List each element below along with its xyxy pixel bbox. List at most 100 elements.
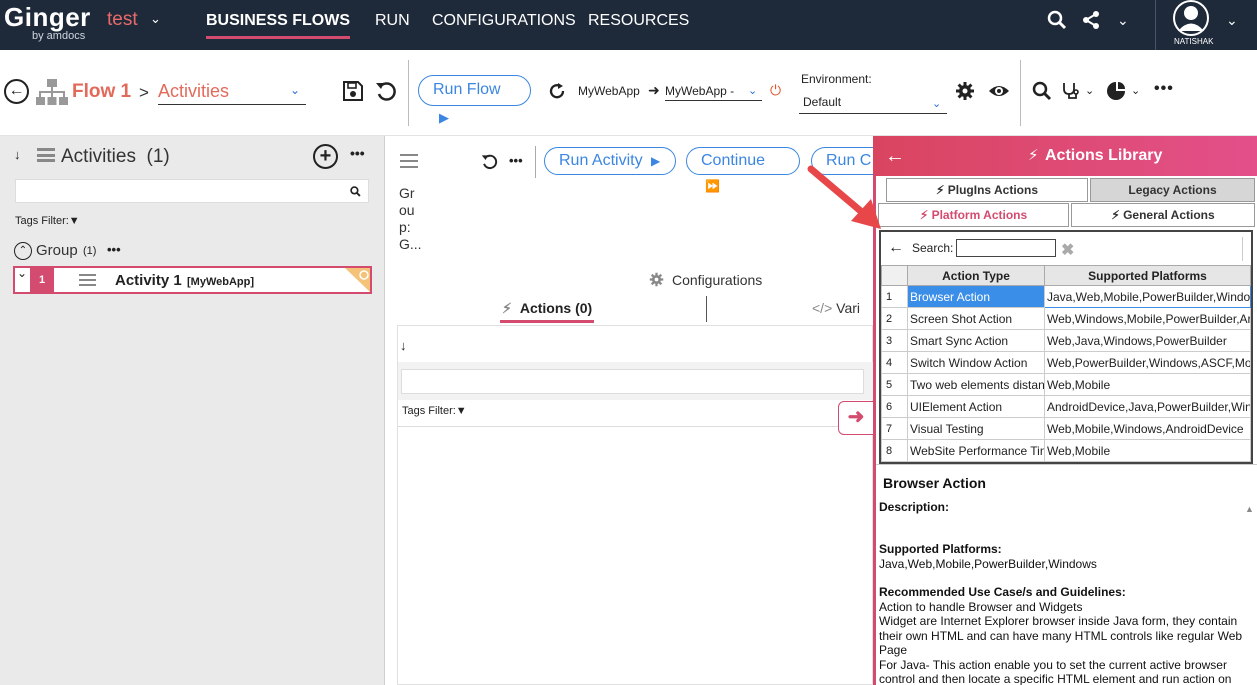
stethoscope-icon[interactable] — [1061, 81, 1081, 106]
add-activity-button[interactable]: + — [313, 144, 338, 169]
clear-icon[interactable]: ✖ — [1061, 240, 1074, 260]
chevron-down-icon[interactable]: ⌄ — [17, 266, 27, 280]
supported-platforms-cell[interactable]: Web,Mobile — [1044, 439, 1251, 462]
refresh-icon[interactable] — [548, 82, 566, 105]
tags-filter[interactable]: Tags Filter:▼ — [15, 215, 80, 227]
table-row[interactable]: 6 UIElement Action AndroidDevice,Java,Powe… — [881, 395, 1251, 418]
back-arrow-icon[interactable]: ← — [885, 145, 905, 168]
more-options-icon[interactable]: ••• — [107, 242, 121, 257]
actions-tab[interactable]: ⚡︎ Actions (0) — [500, 300, 595, 323]
supported-platforms-cell[interactable]: Web,PowerBuilder,Windows,ASCF,Mol — [1044, 351, 1251, 374]
activities-search-input[interactable] — [15, 179, 369, 203]
panel-splitter[interactable] — [876, 464, 1257, 470]
nav-business-flows[interactable]: BUSINESS FLOWS — [206, 12, 351, 39]
chevron-down-icon[interactable]: ⌄ — [1117, 12, 1129, 29]
chevron-down-icon[interactable]: ⌄ — [290, 83, 300, 97]
table-row[interactable]: 4 Switch Window Action Web,PowerBuilder,Wi… — [881, 351, 1251, 374]
grid-search-input[interactable] — [956, 239, 1056, 257]
action-type-cell[interactable]: Switch Window Action — [907, 351, 1045, 374]
solution-name[interactable]: test — [107, 9, 138, 31]
continue-button[interactable]: Continue ⏩ — [686, 147, 800, 193]
user-avatar-icon[interactable] — [1172, 0, 1210, 41]
collapse-icon[interactable]: ↓ — [14, 147, 21, 162]
power-icon[interactable]: ⏻ — [770, 82, 781, 99]
chevron-down-icon[interactable]: ⌄ — [748, 84, 757, 97]
action-type-cell[interactable]: WebSite Performance Tin — [907, 439, 1045, 462]
row-number[interactable]: 3 — [881, 329, 908, 352]
hamburger-icon[interactable] — [400, 154, 418, 168]
action-type-cell[interactable]: Browser Action — [907, 285, 1045, 308]
tag-icon[interactable]: ▼ — [456, 405, 467, 417]
tag-icon[interactable]: ▼ — [69, 215, 80, 227]
chevron-down-icon[interactable]: ⌄ — [1226, 12, 1238, 29]
more-options-icon[interactable]: ••• — [1154, 80, 1174, 98]
tab-general-actions[interactable]: ⚡︎ General Actions — [1071, 203, 1255, 227]
column-header-supported-platforms[interactable]: Supported Platforms — [1044, 265, 1251, 286]
row-number[interactable]: 8 — [881, 439, 908, 462]
action-type-cell[interactable]: Two web elements distan — [907, 373, 1045, 396]
collapse-library-button[interactable]: ➜ — [838, 401, 874, 435]
search-icon[interactable] — [350, 184, 361, 202]
chevron-down-icon[interactable]: ⌄ — [1131, 84, 1140, 97]
supported-platforms-cell[interactable]: Java,Web,Mobile,PowerBuilder,Window — [1044, 285, 1251, 308]
gear-icon[interactable] — [955, 81, 975, 106]
action-type-cell[interactable]: Smart Sync Action — [907, 329, 1045, 352]
supported-platforms-cell[interactable]: Web,Mobile — [1044, 373, 1251, 396]
tab-legacy-actions[interactable]: Legacy Actions — [1090, 178, 1255, 202]
row-number[interactable]: 7 — [881, 417, 908, 440]
undo-icon[interactable] — [375, 80, 397, 107]
chevron-down-icon[interactable]: ⌄ — [1085, 84, 1094, 97]
collapse-icon[interactable]: ↓ — [400, 338, 407, 353]
pie-chart-icon[interactable] — [1106, 81, 1126, 106]
supported-platforms-cell[interactable]: Web,Java,Windows,PowerBuilder — [1044, 329, 1251, 352]
table-row[interactable]: 2 Screen Shot Action Web,Windows,Mobile,Po… — [881, 307, 1251, 330]
action-type-cell[interactable]: Visual Testing — [907, 417, 1045, 440]
back-arrow-icon[interactable]: ← — [4, 79, 29, 104]
scroll-up-icon[interactable]: ▲ — [1245, 504, 1254, 514]
table-row[interactable]: 3 Smart Sync Action Web,Java,Windows,Power… — [881, 329, 1251, 352]
save-icon[interactable] — [342, 80, 364, 107]
action-type-cell[interactable]: UIElement Action — [907, 395, 1045, 418]
hamburger-icon[interactable] — [37, 148, 55, 162]
nav-run[interactable]: RUN — [375, 12, 410, 30]
run-flow-button[interactable]: Run Flow ▶ — [418, 75, 531, 125]
supported-platforms-cell[interactable]: AndroidDevice,Java,PowerBuilder,Winc — [1044, 395, 1251, 418]
actions-search-input[interactable] — [401, 369, 864, 394]
row-number[interactable]: 2 — [881, 307, 908, 330]
tab-plugins-actions[interactable]: ⚡︎ PlugIns Actions — [886, 178, 1088, 202]
table-row[interactable]: 7 Visual Testing Web,Mobile,Windows,Androi… — [881, 417, 1251, 440]
drag-handle-icon[interactable] — [79, 274, 96, 286]
nav-configurations[interactable]: CONFIGURATIONS — [432, 12, 576, 30]
row-number[interactable]: 5 — [881, 373, 908, 396]
eye-icon[interactable] — [988, 81, 1010, 106]
grid-scrollbar[interactable] — [1242, 237, 1250, 261]
view-selector[interactable]: Activities — [158, 81, 306, 105]
back-arrow-icon[interactable]: ← — [888, 239, 904, 257]
search-icon[interactable] — [1032, 81, 1052, 106]
table-row[interactable]: 1 Browser Action Java,Web,Mobile,PowerBuil… — [881, 285, 1251, 308]
row-number[interactable]: 1 — [881, 285, 908, 308]
undo-icon[interactable] — [481, 153, 498, 175]
search-icon[interactable] — [1047, 10, 1067, 35]
supported-platforms-cell[interactable]: Web,Windows,Mobile,PowerBuilder,Ar — [1044, 307, 1251, 330]
chevron-down-icon[interactable]: ⌄ — [150, 11, 161, 27]
column-header-action-type[interactable]: Action Type — [907, 265, 1045, 286]
run-activity-button[interactable]: Run Activity ▶ — [544, 147, 676, 175]
tags-filter[interactable]: Tags Filter:▼ — [402, 405, 467, 417]
row-number[interactable]: 6 — [881, 395, 908, 418]
supported-platforms-cell[interactable]: Web,Mobile,Windows,AndroidDevice — [1044, 417, 1251, 440]
tab-platform-actions[interactable]: ⚡︎ Platform Actions — [878, 203, 1069, 227]
environment-selector[interactable]: Default — [799, 95, 947, 114]
share-icon[interactable] — [1081, 10, 1101, 35]
table-row[interactable]: 8 WebSite Performance Tin Web,Mobile — [881, 439, 1251, 462]
variables-tab[interactable]: </> Vari — [812, 300, 860, 316]
configurations-tab[interactable]: Configurations — [672, 272, 762, 288]
collapse-group-icon[interactable]: ⌃ — [14, 242, 32, 260]
more-options-icon[interactable]: ••• — [350, 145, 365, 161]
nav-resources[interactable]: RESOURCES — [588, 12, 689, 30]
action-type-cell[interactable]: Screen Shot Action — [907, 307, 1045, 330]
row-number[interactable]: 4 — [881, 351, 908, 374]
chevron-down-icon[interactable]: ⌄ — [932, 97, 941, 110]
more-options-icon[interactable]: ••• — [509, 153, 523, 168]
table-row[interactable]: 5 Two web elements distan Web,Mobile — [881, 373, 1251, 396]
